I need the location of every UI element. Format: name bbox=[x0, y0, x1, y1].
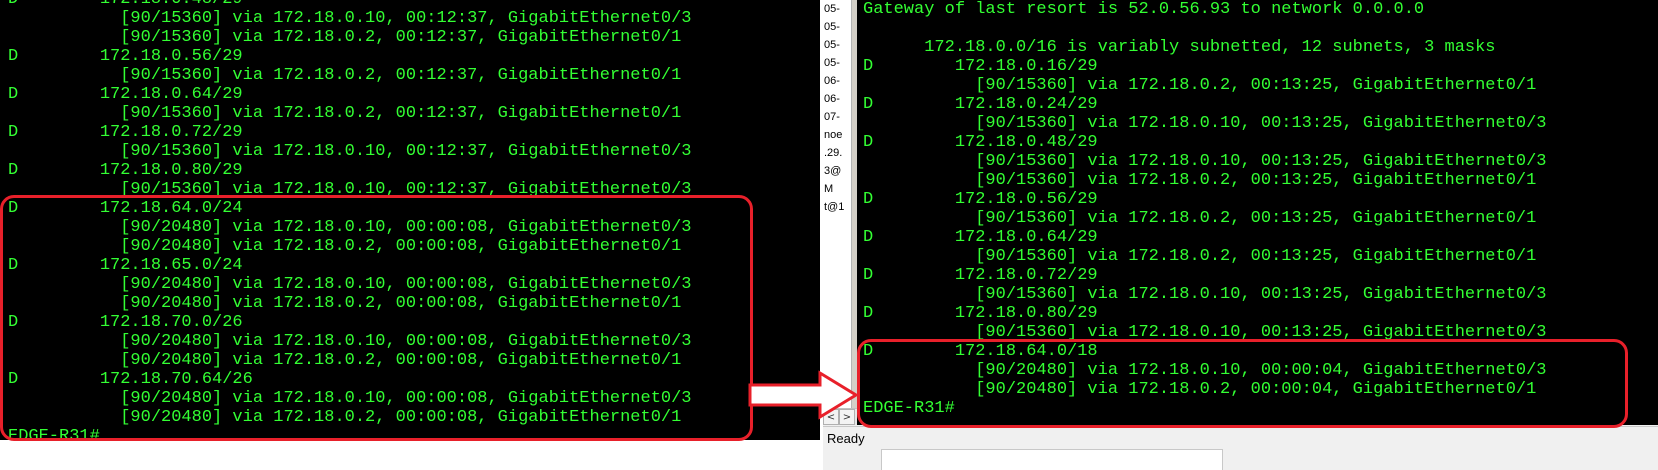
left-terminal-line: D 172.18.70.64/26 bbox=[8, 370, 253, 389]
left-terminal-line: [90/15360] via 172.18.0.10, 00:12:37, Gi… bbox=[8, 180, 692, 199]
right-terminal-output: Gateway of last resort is 52.0.56.93 to … bbox=[863, 0, 1547, 418]
left-terminal-line: [90/20480] via 172.18.0.2, 00:00:08, Gig… bbox=[8, 237, 682, 256]
session-list-item[interactable]: 06- bbox=[823, 90, 851, 108]
right-terminal-line: [90/20480] via 172.18.0.2, 00:00:04, Gig… bbox=[863, 380, 1537, 399]
right-terminal-line: D 172.18.0.72/29 bbox=[863, 266, 1098, 285]
session-list-item[interactable]: noe bbox=[823, 126, 851, 144]
status-text: Ready bbox=[827, 431, 865, 446]
right-terminal-window: 05- 05- 05- 05- 06- 06- 07- noe .29. 3@ Mt@1 Gatew… bbox=[823, 0, 1658, 470]
right-terminal-line: [90/15360] via 172.18.0.10, 00:13:25, Gi… bbox=[863, 152, 1547, 171]
session-list-item[interactable]: 05- bbox=[823, 54, 851, 72]
session-list-item[interactable]: 06- bbox=[823, 72, 851, 90]
left-terminal-line: D 172.18.65.0/24 bbox=[8, 256, 243, 275]
right-terminal-line: [90/15360] via 172.18.0.10, 00:13:25, Gi… bbox=[863, 285, 1547, 304]
left-terminal-line: D 172.18.0.56/29 bbox=[8, 47, 243, 66]
right-terminal-line: [90/15360] via 172.18.0.2, 00:13:25, Gig… bbox=[863, 76, 1537, 95]
right-terminal-line: 172.18.0.0/16 is variably subnetted, 12 … bbox=[863, 38, 1496, 57]
right-terminal-line: [90/15360] via 172.18.0.10, 00:13:25, Gi… bbox=[863, 323, 1547, 342]
session-list-item[interactable]: M bbox=[823, 180, 851, 198]
left-terminal-line: D 172.18.64.0/24 bbox=[8, 199, 243, 218]
session-list-item[interactable]: 07- bbox=[823, 108, 851, 126]
session-list-item[interactable]: .29. bbox=[823, 144, 851, 162]
left-terminal-output: D 172.18.0.48/29 [90/15360] via 172.18.0… bbox=[8, 0, 692, 440]
left-terminal-line: D 172.18.70.0/26 bbox=[8, 313, 243, 332]
right-terminal-line: EDGE-R31# bbox=[863, 399, 955, 418]
session-list-item[interactable]: 3@ bbox=[823, 162, 851, 180]
session-list[interactable]: 05- 05- 05- 05- 06- 06- 07- noe .29. 3@ Mt@1 bbox=[823, 0, 852, 425]
left-terminal-line: [90/15360] via 172.18.0.2, 00:12:37, Gig… bbox=[8, 104, 682, 123]
transition-arrow-icon bbox=[748, 370, 859, 420]
right-terminal-line: D 172.18.64.0/18 bbox=[863, 342, 1098, 361]
right-terminal-line: [90/20480] via 172.18.0.10, 00:00:04, Gi… bbox=[863, 361, 1547, 380]
right-terminal-line: [90/15360] via 172.18.0.2, 00:13:25, Gig… bbox=[863, 209, 1537, 228]
status-bar: Ready bbox=[823, 426, 1658, 470]
left-terminal-line: [90/20480] via 172.18.0.2, 00:00:08, Gig… bbox=[8, 408, 682, 427]
left-terminal-line: [90/15360] via 172.18.0.10, 00:12:37, Gi… bbox=[8, 9, 692, 28]
right-terminal-line: D 172.18.0.48/29 bbox=[863, 133, 1098, 152]
left-terminal-line: [90/20480] via 172.18.0.2, 00:00:08, Gig… bbox=[8, 294, 682, 313]
right-terminal-line: [90/15360] via 172.18.0.10, 00:13:25, Gi… bbox=[863, 114, 1547, 133]
right-terminal-line: D 172.18.0.64/29 bbox=[863, 228, 1098, 247]
left-terminal-line: [90/20480] via 172.18.0.10, 00:00:08, Gi… bbox=[8, 218, 692, 237]
right-terminal-line: [90/15360] via 172.18.0.2, 00:13:25, Gig… bbox=[863, 171, 1537, 190]
session-list-item[interactable]: t@1 bbox=[823, 198, 851, 216]
right-terminal-line: [90/15360] via 172.18.0.2, 00:13:25, Gig… bbox=[863, 247, 1537, 266]
status-field bbox=[881, 449, 1223, 470]
left-terminal-line: [90/15360] via 172.18.0.2, 00:12:37, Gig… bbox=[8, 28, 682, 47]
left-terminal-line: [90/20480] via 172.18.0.10, 00:00:08, Gi… bbox=[8, 275, 692, 294]
right-terminal-line: D 172.18.0.80/29 bbox=[863, 304, 1098, 323]
left-terminal-pane[interactable]: D 172.18.0.48/29 [90/15360] via 172.18.0… bbox=[0, 0, 820, 440]
right-terminal-line: D 172.18.0.16/29 bbox=[863, 57, 1098, 76]
left-terminal-line: D 172.18.0.72/29 bbox=[8, 123, 243, 142]
left-terminal-line: D 172.18.0.48/29 bbox=[8, 0, 692, 9]
left-terminal-line: [90/20480] via 172.18.0.10, 00:00:08, Gi… bbox=[8, 389, 692, 408]
right-terminal-line: D 172.18.0.24/29 bbox=[863, 95, 1098, 114]
left-terminal-line: [90/15360] via 172.18.0.10, 00:12:37, Gi… bbox=[8, 142, 692, 161]
left-terminal-line: D 172.18.0.80/29 bbox=[8, 161, 243, 180]
left-terminal-line: [90/15360] via 172.18.0.2, 00:12:37, Gig… bbox=[8, 66, 682, 85]
right-terminal-line: Gateway of last resort is 52.0.56.93 to … bbox=[863, 0, 1425, 19]
session-list-item[interactable]: 05- bbox=[823, 0, 851, 18]
session-list-item[interactable]: 05- bbox=[823, 18, 851, 36]
session-list-item[interactable]: 05- bbox=[823, 36, 851, 54]
right-terminal-pane[interactable]: Gateway of last resort is 52.0.56.93 to … bbox=[857, 0, 1658, 425]
left-terminal-line: D 172.18.0.64/29 bbox=[8, 85, 243, 104]
left-terminal-line: EDGE-R31# bbox=[8, 427, 100, 440]
left-terminal-line: [90/20480] via 172.18.0.2, 00:00:08, Gig… bbox=[8, 351, 682, 370]
right-terminal-line: D 172.18.0.56/29 bbox=[863, 190, 1098, 209]
right-terminal-line bbox=[863, 19, 1547, 38]
left-terminal-line: [90/20480] via 172.18.0.10, 00:00:08, Gi… bbox=[8, 332, 692, 351]
